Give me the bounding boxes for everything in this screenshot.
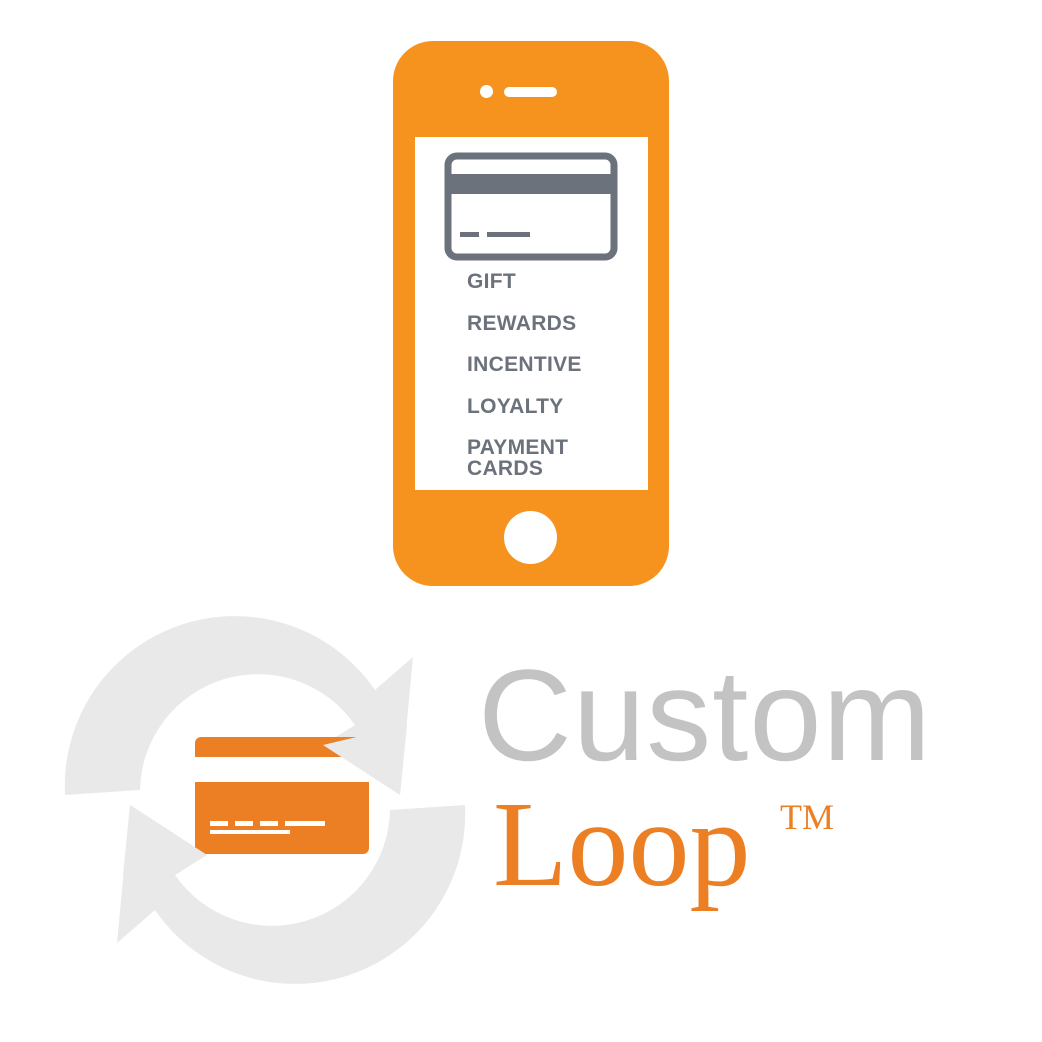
card-type-rewards: REWARDS — [467, 311, 577, 335]
card-type-gift: GIFT — [467, 270, 517, 293]
phone-camera — [480, 85, 493, 98]
phone-home-button — [504, 511, 557, 564]
card-type-list: GIFT REWARDS INCENTIVE LOYALTY PAYMENT C… — [467, 271, 647, 499]
card-type-loyalty: LOYALTY — [467, 394, 564, 418]
card-type-incentive: INCENTIVE — [467, 353, 582, 376]
card-type-payment-cards: PAYMENT CARDS — [467, 436, 569, 480]
refresh-loop-icon — [64, 616, 466, 984]
credit-card-icon — [444, 152, 618, 261]
smartphone-icon: GIFT REWARDS INCENTIVE LOYALTY PAYMENT C… — [393, 41, 669, 586]
trademark-symbol: TM — [780, 797, 834, 837]
brand-wordmark-custom: Custom — [478, 642, 932, 788]
brand-wordmark-loop: Loop — [493, 777, 751, 912]
custom-loop-graphic: GIFT REWARDS INCENTIVE LOYALTY PAYMENT C… — [0, 0, 1042, 1042]
phone-speaker — [504, 87, 557, 97]
phone-screen: GIFT REWARDS INCENTIVE LOYALTY PAYMENT C… — [415, 137, 648, 490]
